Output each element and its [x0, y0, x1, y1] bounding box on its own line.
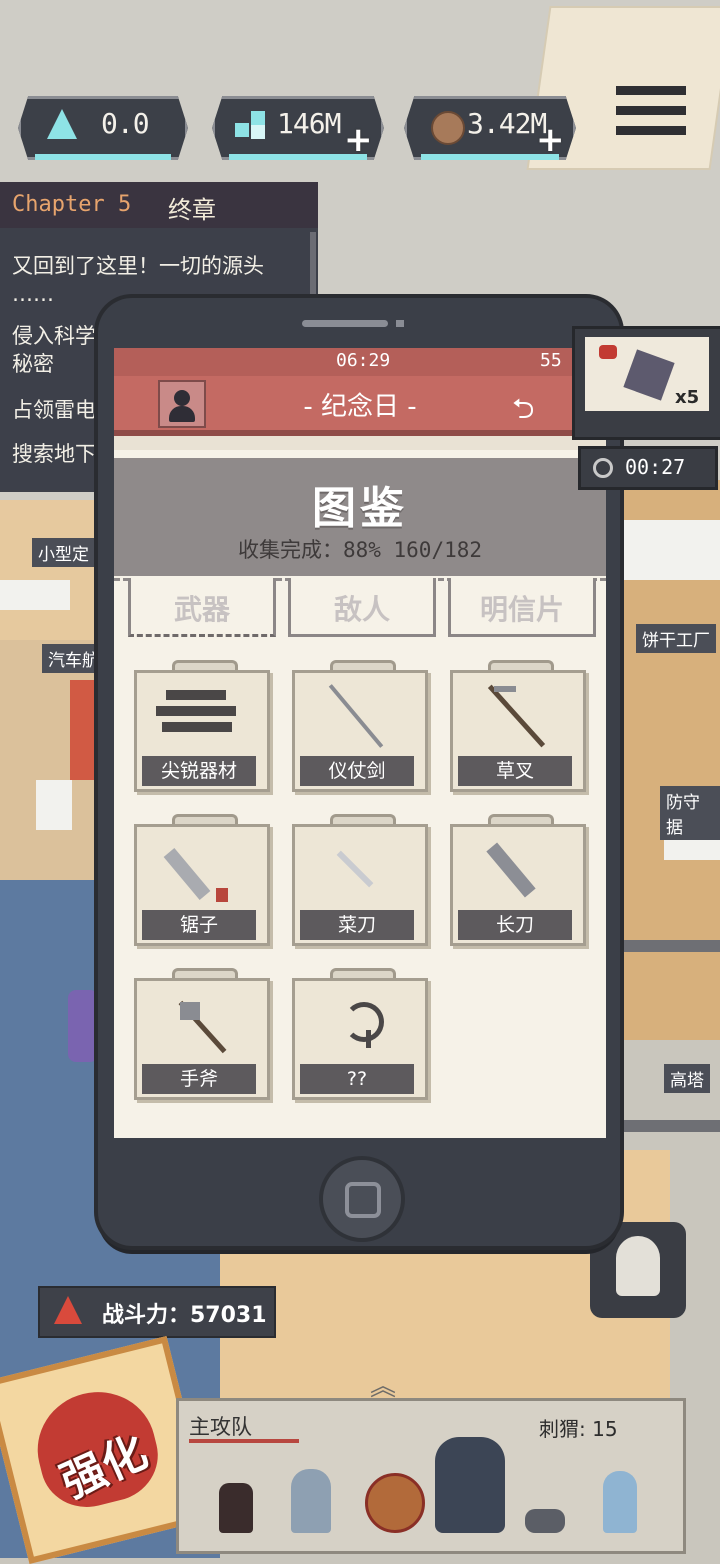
- phone-status-bar: 06:29 55: [114, 348, 606, 376]
- back-arrow-icon: ⮌: [512, 392, 535, 425]
- card-label: 手斧: [142, 1064, 256, 1094]
- card-label: 草叉: [458, 756, 572, 786]
- phone-battery: 55: [540, 350, 562, 371]
- quest-item[interactable]: 侵入科学: [12, 320, 96, 350]
- team-member-avatar[interactable]: [219, 1483, 253, 1533]
- card-label: 仪仗剑: [300, 756, 414, 786]
- collection-card[interactable]: 锯子: [134, 814, 270, 946]
- timer-value: 00:27: [625, 455, 686, 479]
- hatchet-icon: [154, 990, 244, 1054]
- resource-value: 3.42M: [467, 107, 547, 140]
- combat-power-value: 战斗力：57031: [102, 1303, 267, 1328]
- menu-button[interactable]: [612, 82, 690, 140]
- team-member-avatar[interactable]: [365, 1473, 425, 1533]
- phone-home-button[interactable]: [319, 1156, 405, 1242]
- add-gem-button[interactable]: +: [344, 120, 373, 160]
- machete-icon: [470, 836, 560, 900]
- resource-value: 146M: [277, 107, 341, 140]
- team-member-avatar[interactable]: [435, 1437, 505, 1533]
- team-member-avatar[interactable]: [291, 1469, 331, 1533]
- collection-card[interactable]: 尖锐器材: [134, 660, 270, 792]
- tab-enemies[interactable]: 敌人: [288, 578, 436, 637]
- triangle-crystal-icon: [47, 109, 77, 139]
- team-member-avatar[interactable]: [603, 1471, 637, 1533]
- combat-power[interactable]: 战斗力：57031: [38, 1286, 276, 1338]
- phone-clock: 06:29: [336, 350, 391, 371]
- map-enemy-marker[interactable]: [68, 990, 98, 1062]
- home-icon: [345, 1182, 381, 1218]
- map-bridge: [70, 680, 100, 780]
- phone-camera: [396, 320, 404, 327]
- tab-weapons[interactable]: 武器: [128, 578, 276, 637]
- tab-postcards[interactable]: 明信片: [448, 578, 596, 637]
- map-label[interactable]: 汽车航: [42, 644, 105, 673]
- map-label[interactable]: 小型定: [32, 538, 95, 567]
- map-building: [622, 520, 720, 580]
- gem-cluster-icon: [235, 111, 267, 139]
- card-label: 锯子: [142, 910, 256, 940]
- card-label: 长刀: [458, 910, 572, 940]
- collection-card[interactable]: 手斧: [134, 968, 270, 1100]
- resource-bar: [35, 154, 171, 160]
- quest-item[interactable]: 搜索地下: [12, 438, 96, 468]
- collection-header: 图鉴 收集完成：88% 160/182: [114, 458, 606, 576]
- map-label[interactable]: 高塔: [664, 1064, 710, 1093]
- cookie-icon: [431, 111, 465, 145]
- quest-header: Chapter 5 终章: [0, 182, 318, 228]
- card-label: 菜刀: [300, 910, 414, 940]
- hook-icon: [312, 990, 402, 1054]
- reward-badge[interactable]: x5: [572, 326, 720, 440]
- reward-timer: 00:27: [578, 446, 718, 490]
- phone-screen: 06:29 55 - 纪念日 - ⮌ 图鉴 收集完成：88% 160/182 武…: [114, 348, 606, 1138]
- collection-card[interactable]: 长刀: [450, 814, 586, 946]
- pitchfork-icon: [470, 682, 560, 748]
- resource-crystal[interactable]: 0.0: [18, 96, 188, 160]
- collection-card[interactable]: ??: [292, 968, 428, 1100]
- tools-pile-icon: [154, 682, 244, 746]
- back-button[interactable]: ⮌: [512, 388, 564, 425]
- phone-speaker: [302, 320, 388, 327]
- map-label[interactable]: 防守据: [660, 786, 720, 840]
- card-label: 尖锐器材: [142, 756, 256, 786]
- warning-icon: [54, 1296, 82, 1324]
- chapter-title: 终章: [168, 196, 216, 224]
- quest-item[interactable]: 秘密: [12, 348, 54, 378]
- map-label[interactable]: 饼干工厂: [636, 624, 716, 653]
- menu-icon: [616, 86, 686, 95]
- add-cookie-button[interactable]: +: [536, 120, 565, 160]
- quest-item[interactable]: 占领雷电: [12, 394, 96, 424]
- map-building: [0, 580, 70, 610]
- team-title: 主攻队: [189, 1415, 252, 1439]
- team-member-avatar[interactable]: [525, 1509, 565, 1533]
- app-bar: - 纪念日 - ⮌: [114, 376, 606, 436]
- page-title: 图鉴: [312, 483, 408, 534]
- clock-icon: [593, 458, 613, 478]
- crystal-fragment-icon: [623, 349, 675, 401]
- quest-item: ……: [12, 282, 54, 306]
- phone-device: 06:29 55 - 纪念日 - ⮌ 图鉴 收集完成：88% 160/182 武…: [98, 298, 620, 1246]
- quest-item[interactable]: 又回到了这里！一切的源头: [12, 250, 264, 280]
- team-orb-count: 刺猬: 15: [539, 1417, 618, 1441]
- collection-progress: 收集完成：88% 160/182: [237, 538, 483, 562]
- collection-card[interactable]: 草叉: [450, 660, 586, 792]
- resource-value: 0.0: [101, 107, 150, 140]
- collection-card[interactable]: 仪仗剑: [292, 660, 428, 792]
- card-label: ??: [300, 1064, 414, 1094]
- reward-count: x5: [675, 387, 700, 408]
- map-building: [36, 780, 72, 830]
- chapter-number: Chapter 5: [12, 192, 132, 217]
- alert-icon: [599, 345, 617, 359]
- kitchen-knife-icon: [312, 836, 402, 900]
- sword-icon: [312, 682, 402, 748]
- team-panel[interactable]: 主攻队 刺猬: 15: [176, 1398, 686, 1554]
- saw-icon: [154, 836, 244, 902]
- collection-card[interactable]: 菜刀: [292, 814, 428, 946]
